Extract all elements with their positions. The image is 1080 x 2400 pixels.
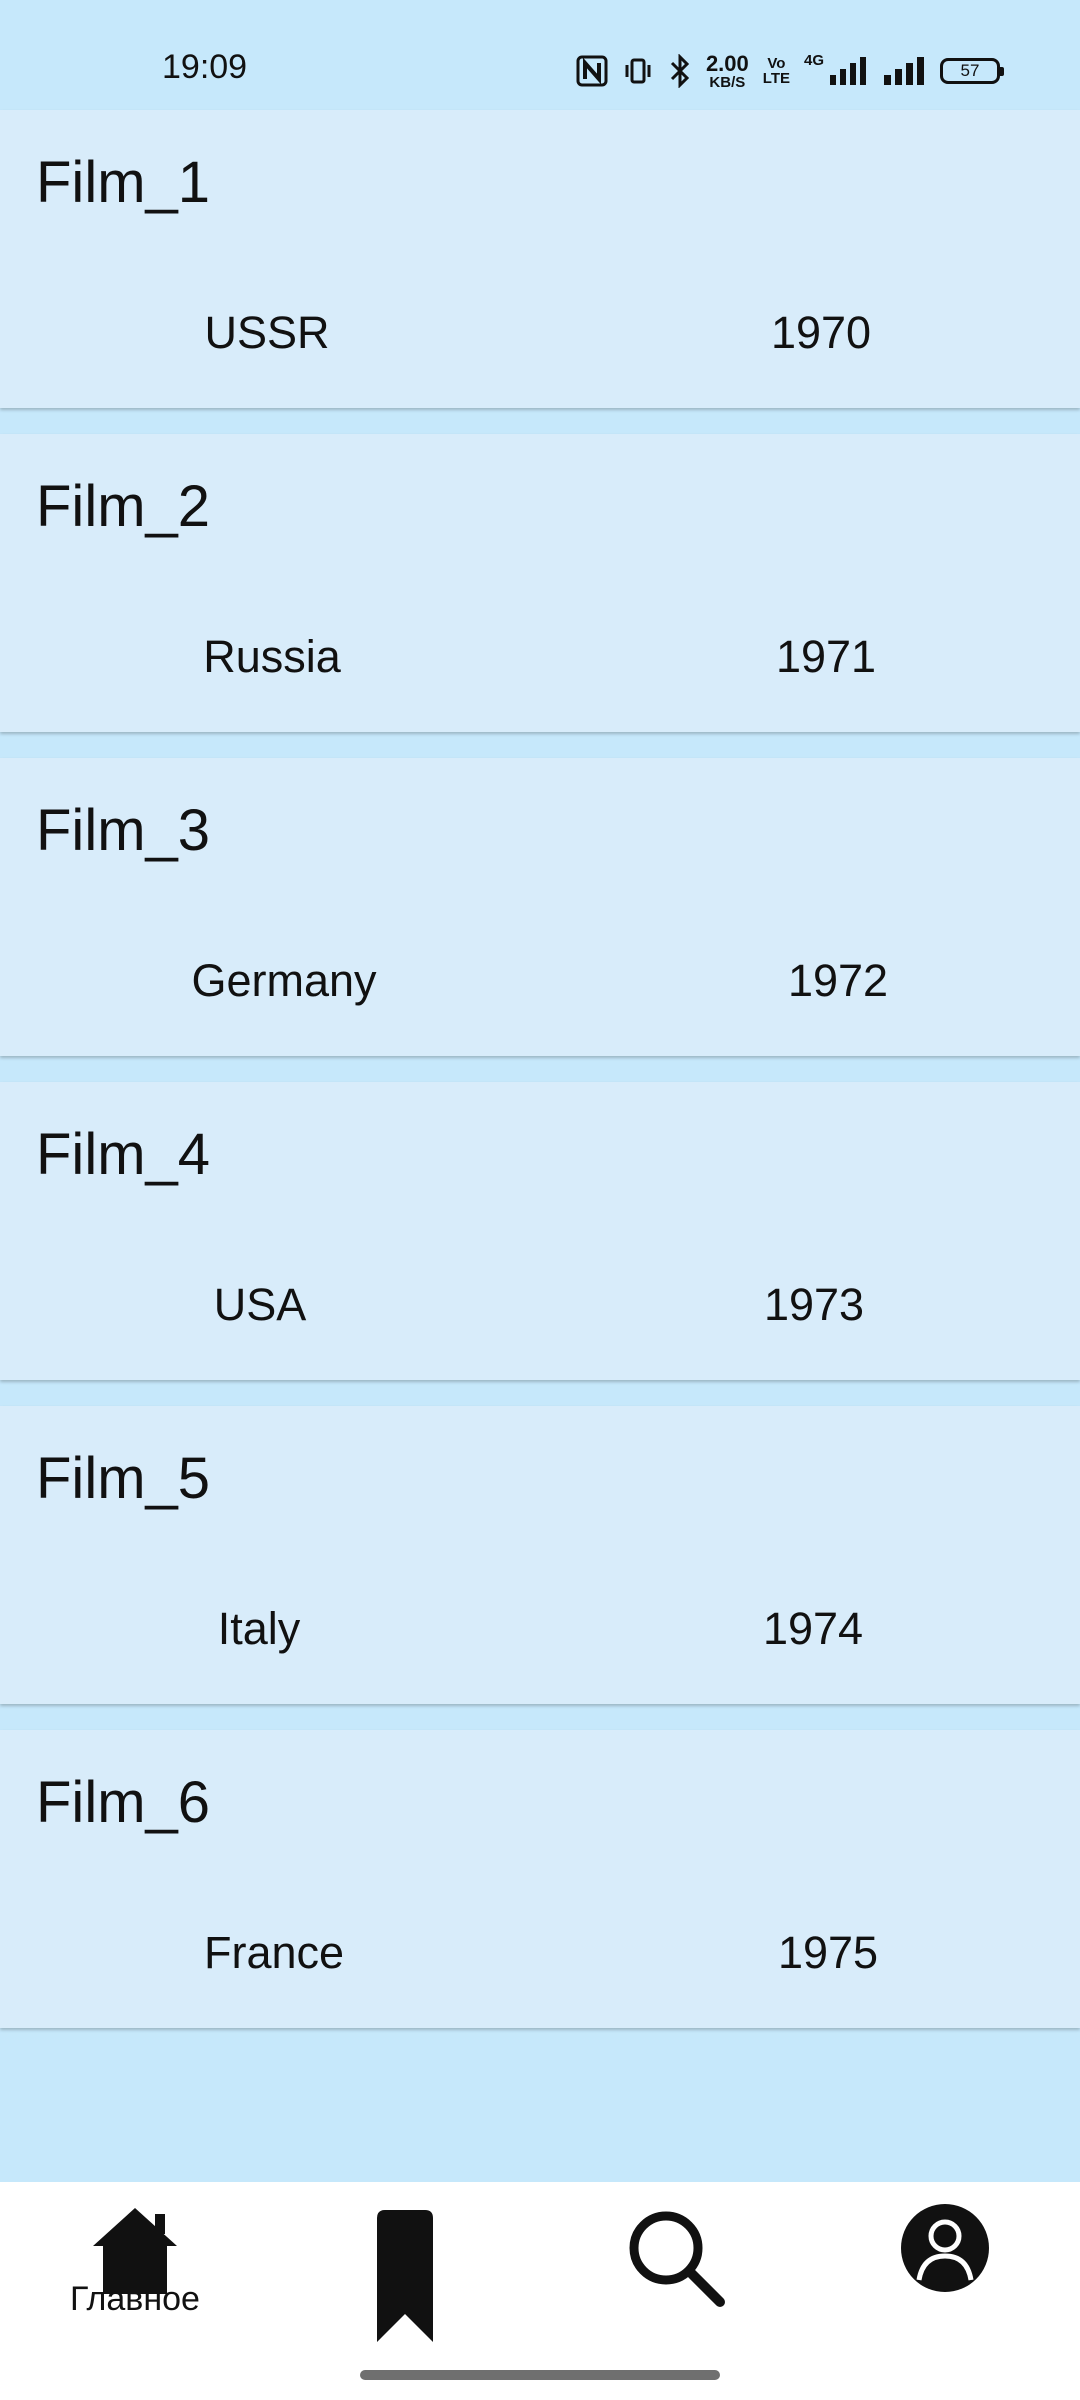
nav-item-profile[interactable] — [860, 2202, 1030, 2362]
film-country: USSR — [204, 307, 330, 358]
nav-item-bookmarks[interactable] — [320, 2202, 490, 2362]
film-country: France — [203, 1927, 345, 1978]
film-title: Film_4 — [36, 1122, 211, 1187]
film-title: Film_3 — [36, 798, 211, 863]
film-year: 1975 — [777, 1927, 879, 1978]
network-type: 4G — [803, 52, 824, 69]
nav-item-search[interactable] — [590, 2202, 760, 2362]
film-card[interactable]: Film_4 USA 1973 — [0, 1082, 1080, 1380]
film-title: Film_6 — [36, 1770, 211, 1835]
film-country: Germany — [191, 955, 377, 1006]
nav-item-home[interactable]: Главное — [50, 2202, 220, 2362]
film-card[interactable]: Film_5 Italy 1974 — [0, 1406, 1080, 1704]
search-icon — [620, 2202, 730, 2322]
volte-indicator: Vo LTE — [763, 56, 790, 86]
signal-icon — [828, 55, 868, 87]
film-country: Russia — [203, 631, 341, 682]
film-card[interactable]: Film_1 USSR 1970 — [0, 110, 1080, 408]
vibrate-icon — [622, 55, 654, 87]
profile-icon — [895, 2202, 995, 2322]
bluetooth-icon — [668, 54, 692, 88]
film-year: 1972 — [787, 955, 889, 1006]
status-time: 19:09 — [162, 48, 248, 86]
film-year: 1971 — [775, 631, 877, 682]
net-speed: 2.00 KB/S — [705, 50, 749, 91]
film-card[interactable]: Film_2 Russia 1971 — [0, 434, 1080, 732]
film-country: USA — [213, 1279, 307, 1330]
battery-icon: 57 — [940, 58, 1004, 84]
film-year: 1973 — [763, 1279, 865, 1330]
net-speed-value: 2.00 — [705, 50, 749, 76]
signal-icon-2 — [882, 55, 926, 87]
nfc-icon — [576, 55, 608, 87]
nav-label-home: Главное — [70, 2280, 200, 2318]
home-indicator[interactable] — [360, 2370, 720, 2380]
film-year: 1970 — [770, 307, 872, 358]
volte-top: Vo — [767, 55, 786, 72]
status-icons: 2.00 KB/S Vo LTE 4G 57 — [576, 48, 1004, 94]
net-speed-unit: KB/S — [709, 73, 746, 91]
film-year: 1974 — [762, 1603, 864, 1654]
film-country: Italy — [217, 1603, 301, 1654]
film-title: Film_2 — [36, 474, 211, 539]
volte-bottom: LTE — [762, 70, 790, 87]
film-title: Film_5 — [36, 1446, 211, 1511]
film-card[interactable]: Film_3 Germany 1972 — [0, 758, 1080, 1056]
bottom-nav: Главное — [0, 2182, 1080, 2400]
film-card[interactable]: Film_6 France 1975 — [0, 1730, 1080, 2028]
bookmark-icon — [357, 2202, 453, 2342]
film-title: Film_1 — [36, 150, 211, 215]
status-bar: 19:09 2.00 KB/S Vo LTE 4G 57 — [0, 0, 1080, 110]
